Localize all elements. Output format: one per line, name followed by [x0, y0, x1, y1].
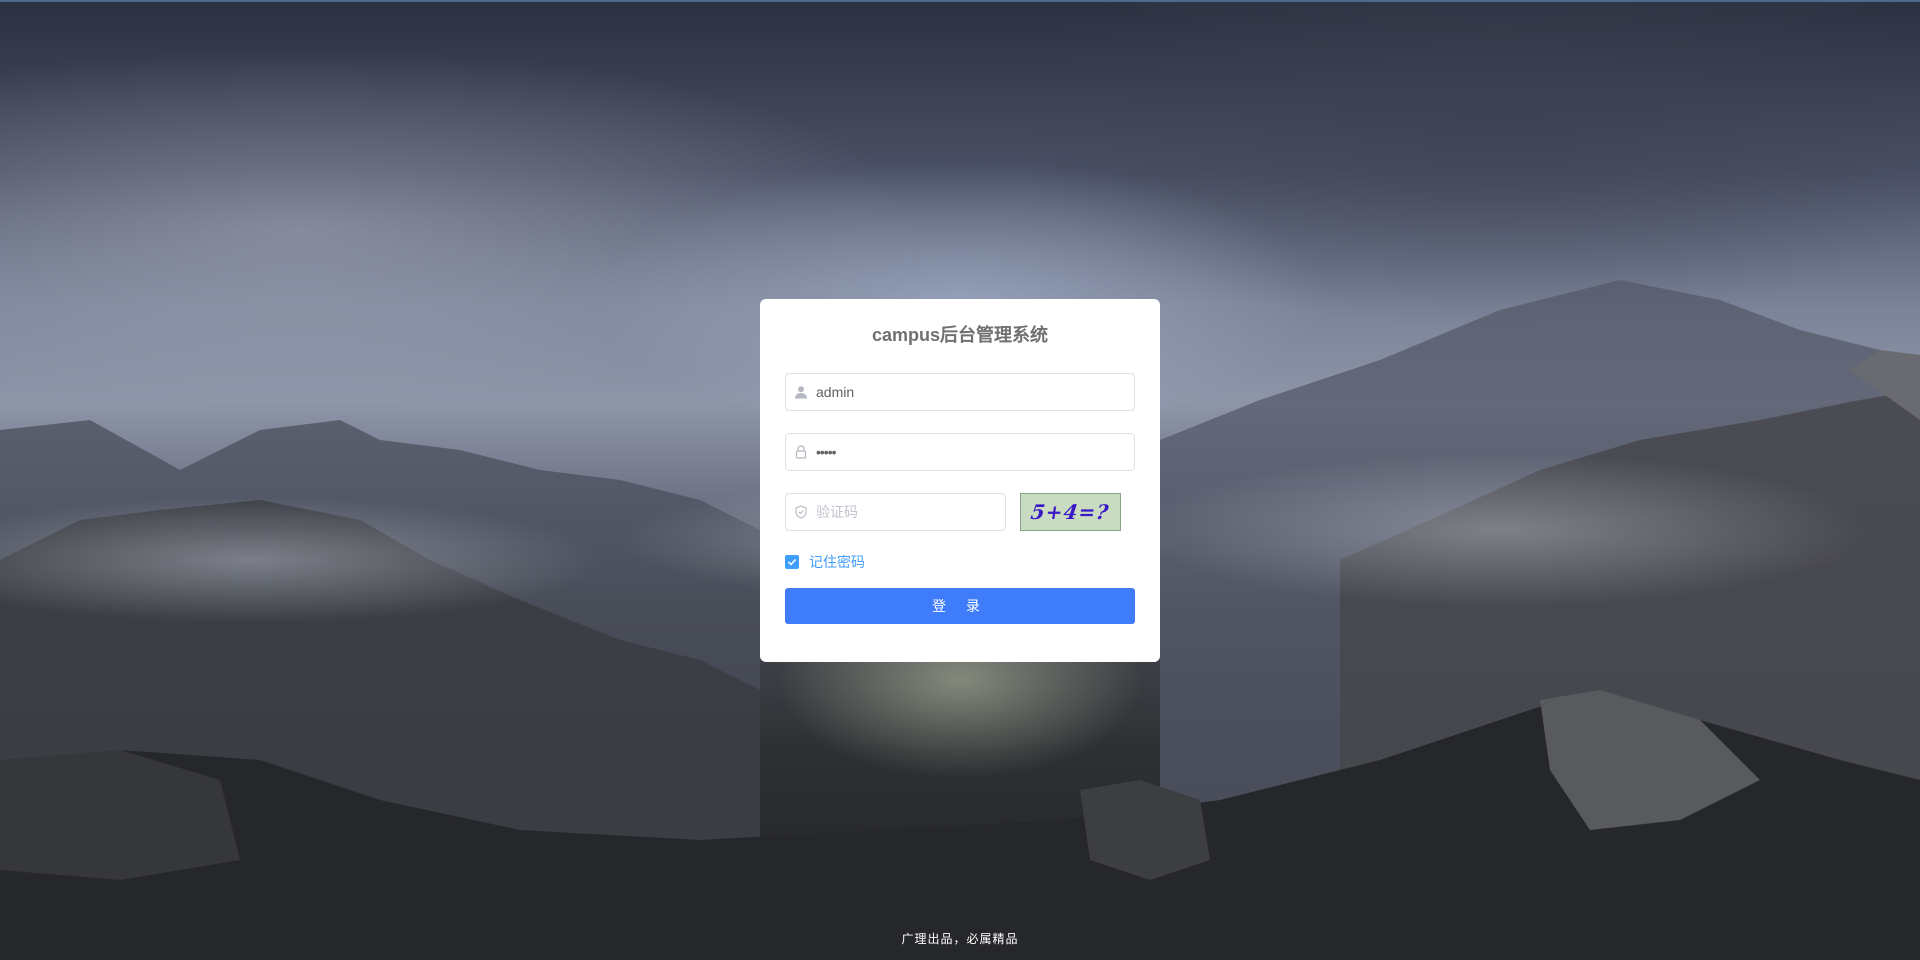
login-button[interactable]: 登 录 [785, 588, 1135, 624]
lock-icon [794, 445, 808, 459]
captcha-row: 5+4=? [785, 493, 1135, 531]
captcha-image[interactable]: 5+4=? [1020, 493, 1121, 531]
footer-text: 广理出品，必属精品 [901, 932, 1019, 946]
username-input[interactable] [816, 374, 1126, 410]
shield-icon [794, 505, 808, 519]
captcha-field[interactable] [785, 493, 1006, 531]
captcha-image-text: 5+4=? [1029, 500, 1112, 524]
user-icon [794, 385, 808, 399]
remember-label: 记住密码 [809, 554, 865, 570]
remember-password[interactable]: 记住密码 [785, 553, 1135, 571]
username-field[interactable] [785, 373, 1135, 411]
password-input[interactable] [816, 434, 1126, 470]
password-field[interactable] [785, 433, 1135, 471]
captcha-input[interactable] [816, 494, 997, 530]
login-title: campus后台管理系统 [871, 325, 1049, 345]
top-border [0, 0, 1920, 2]
login-card: campus后台管理系统 admin ••••• 验证码 5+4=? 记住密码 … [760, 299, 1160, 662]
remember-checkbox[interactable] [785, 555, 799, 569]
checkmark-icon [787, 558, 797, 566]
